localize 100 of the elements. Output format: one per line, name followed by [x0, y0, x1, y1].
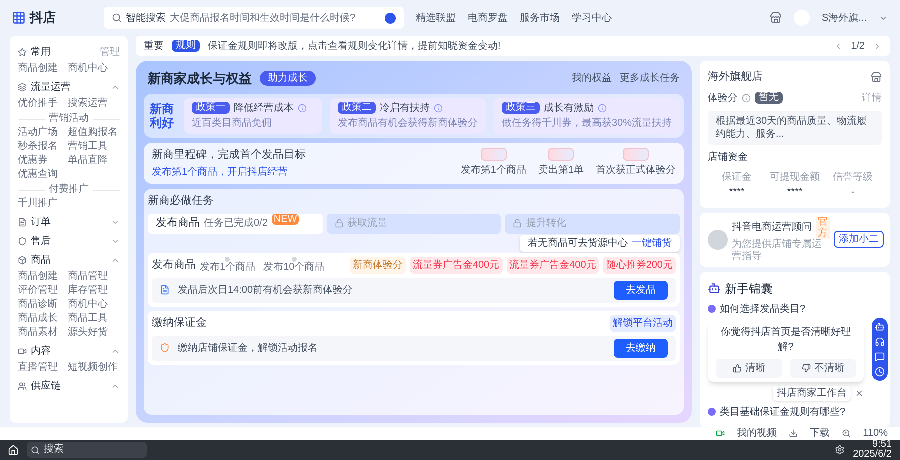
score-tag: 暂无: [755, 92, 783, 104]
advisor-desc: 为您提供店铺专属运营指导: [732, 238, 823, 262]
sidebar-item[interactable]: 源头好货: [68, 326, 120, 340]
sidebar-item[interactable]: 超值购报名: [68, 126, 120, 140]
manage-link[interactable]: 管理: [100, 44, 120, 60]
survey-option-button[interactable]: 不清晰: [790, 358, 856, 378]
tasks-title: 新商必做任务: [148, 194, 215, 209]
policy-tag: 政策三: [502, 102, 540, 114]
sidebar-item[interactable]: 评价管理: [18, 284, 64, 298]
store-icon[interactable]: [770, 12, 782, 24]
sidebar-item[interactable]: 库存管理: [68, 284, 120, 298]
task-step-tab[interactable]: 发布商品 任务已完成0/2 NEW: [148, 214, 323, 234]
sidebar-item[interactable]: 单品直降: [68, 154, 120, 168]
policy-tag: 政策二: [338, 102, 376, 114]
sidebar-group-title[interactable]: 商品: [31, 252, 51, 268]
nav-link[interactable]: 服务市场: [520, 10, 560, 26]
fund-label: 信誉等级: [833, 170, 873, 184]
question-link[interactable]: 类目基础保证金规则有哪些?: [720, 404, 846, 420]
new-badge: NEW: [272, 214, 300, 225]
sidebar-item[interactable]: 优惠券: [18, 154, 64, 168]
task-tip: 发品后次日14:00前有机会获新商体验分: [178, 284, 354, 298]
growth-link[interactable]: 更多成长任务: [620, 71, 680, 86]
task-action-button[interactable]: 去发品: [614, 280, 668, 300]
zoom-icon[interactable]: [842, 429, 852, 438]
milestone-link[interactable]: 发布第1个商品，开启抖店经营: [152, 165, 306, 180]
zoom-level[interactable]: 110%: [863, 428, 888, 440]
benefit-desc: 发布商品有机会获得新商体验分: [338, 116, 478, 130]
sidebar-item[interactable]: 商品创建: [18, 62, 64, 76]
message-icon[interactable]: [875, 352, 885, 362]
question-link[interactable]: 如何选择发品类目?: [720, 302, 806, 316]
sidebar-item[interactable]: 商品成长: [18, 312, 64, 326]
detail-link[interactable]: 详情: [862, 90, 882, 106]
nav-link[interactable]: 电商罗盘: [468, 10, 508, 26]
sidebar-item[interactable]: 千川推广: [18, 197, 64, 211]
sidebar-group-title[interactable]: 订单: [31, 214, 51, 230]
video-icon[interactable]: [716, 429, 726, 438]
sidebar-group-title[interactable]: 供应链: [31, 378, 61, 394]
status-item[interactable]: 我的视频: [737, 428, 778, 440]
task-tip: 缴纳店铺保证金，解锁活动报名: [178, 342, 318, 356]
status-item[interactable]: 下载: [810, 428, 830, 440]
task-title: 缴纳保证金: [152, 316, 207, 331]
reward-tag: 流量券广告金400元: [410, 256, 503, 274]
benefits-label: 新商利好: [148, 102, 175, 130]
milestone-step: 发布第1个商品: [460, 163, 526, 178]
hint-link[interactable]: 一键铺货: [632, 236, 672, 250]
headset-icon[interactable]: [875, 336, 885, 346]
sidebar-item[interactable]: 商机中心: [68, 298, 120, 312]
sidebar-group-title[interactable]: 内容: [31, 344, 51, 358]
sidebar-item[interactable]: 优价推手: [18, 97, 64, 111]
taskbar-search[interactable]: 搜索: [27, 442, 147, 458]
floating-tooltip: 抖店商家工作台: [773, 386, 851, 400]
sidebar-group-title[interactable]: 流量运营: [31, 80, 71, 94]
sidebar-item[interactable]: 商品诊断: [18, 298, 64, 312]
info-icon: [598, 104, 607, 112]
benefit-title: 降低经营成本: [234, 102, 294, 116]
notice-text[interactable]: 保证金规则即将改版，点击查看规则变化详情，提前知晓资金变动!: [208, 38, 501, 54]
start-icon[interactable]: [8, 444, 19, 456]
sidebar-section-heading: 付费推广: [49, 184, 89, 196]
survey-option-button[interactable]: 清晰: [716, 358, 782, 378]
info-icon: [298, 104, 307, 112]
fund-value: ****: [787, 186, 803, 200]
ai-assistant-icon[interactable]: [875, 322, 885, 332]
sidebar-item[interactable]: 短视频创作: [68, 361, 120, 375]
growth-link[interactable]: 我的权益: [572, 71, 612, 86]
sidebar-item[interactable]: 活动广场: [18, 126, 64, 140]
sidebar-item[interactable]: 商品创建: [18, 270, 64, 284]
funds-title: 店铺资金: [708, 150, 749, 164]
search-icon: [31, 446, 40, 454]
sidebar-item[interactable]: 商品管理: [68, 270, 120, 284]
progress-label: 发布10个商品: [264, 262, 325, 273]
coupon-drawing: [480, 148, 507, 162]
store-icon[interactable]: [871, 72, 882, 83]
task-action-button[interactable]: 去缴纳: [614, 338, 668, 358]
next-icon[interactable]: [873, 42, 882, 50]
sidebar-item[interactable]: 搜索运营: [68, 97, 120, 111]
official-tag: 官方: [816, 216, 830, 238]
user-name[interactable]: S海外旗...: [822, 10, 867, 26]
download-icon[interactable]: [789, 429, 798, 438]
sidebar-item[interactable]: 营销工具: [68, 140, 120, 154]
sidebar-item[interactable]: 商品素材: [18, 326, 64, 340]
nav-link[interactable]: 学习中心: [572, 10, 612, 26]
search-input[interactable]: 大促商品报名时间和生效时间是什么时候?: [170, 10, 381, 26]
add-advisor-button[interactable]: 添加小二: [834, 231, 884, 248]
clock-icon[interactable]: [875, 366, 885, 376]
close-icon[interactable]: [855, 388, 864, 398]
settings-icon[interactable]: [835, 445, 846, 455]
advisor-name: 抖音电商运营顾问: [732, 220, 812, 235]
document-icon: [160, 285, 170, 295]
sidebar-item[interactable]: 直播管理: [18, 361, 64, 375]
search-field[interactable]: 智能搜索 大促商品报名时间和生效时间是什么时候?: [104, 7, 404, 29]
fund-value: ****: [729, 186, 745, 200]
sidebar-item[interactable]: 商机中心: [68, 62, 120, 76]
nav-link[interactable]: 精选联盟: [416, 10, 456, 26]
guide-title: 新手锦囊: [725, 280, 773, 298]
lock-icon: [513, 219, 522, 228]
sidebar-item[interactable]: 优惠查询: [18, 168, 64, 182]
sidebar-group-title[interactable]: 常用: [31, 44, 51, 60]
sidebar-item[interactable]: 秒杀报名: [18, 140, 64, 154]
sidebar-item[interactable]: 商品工具: [68, 312, 120, 326]
sidebar-group-title[interactable]: 售后: [31, 234, 51, 248]
